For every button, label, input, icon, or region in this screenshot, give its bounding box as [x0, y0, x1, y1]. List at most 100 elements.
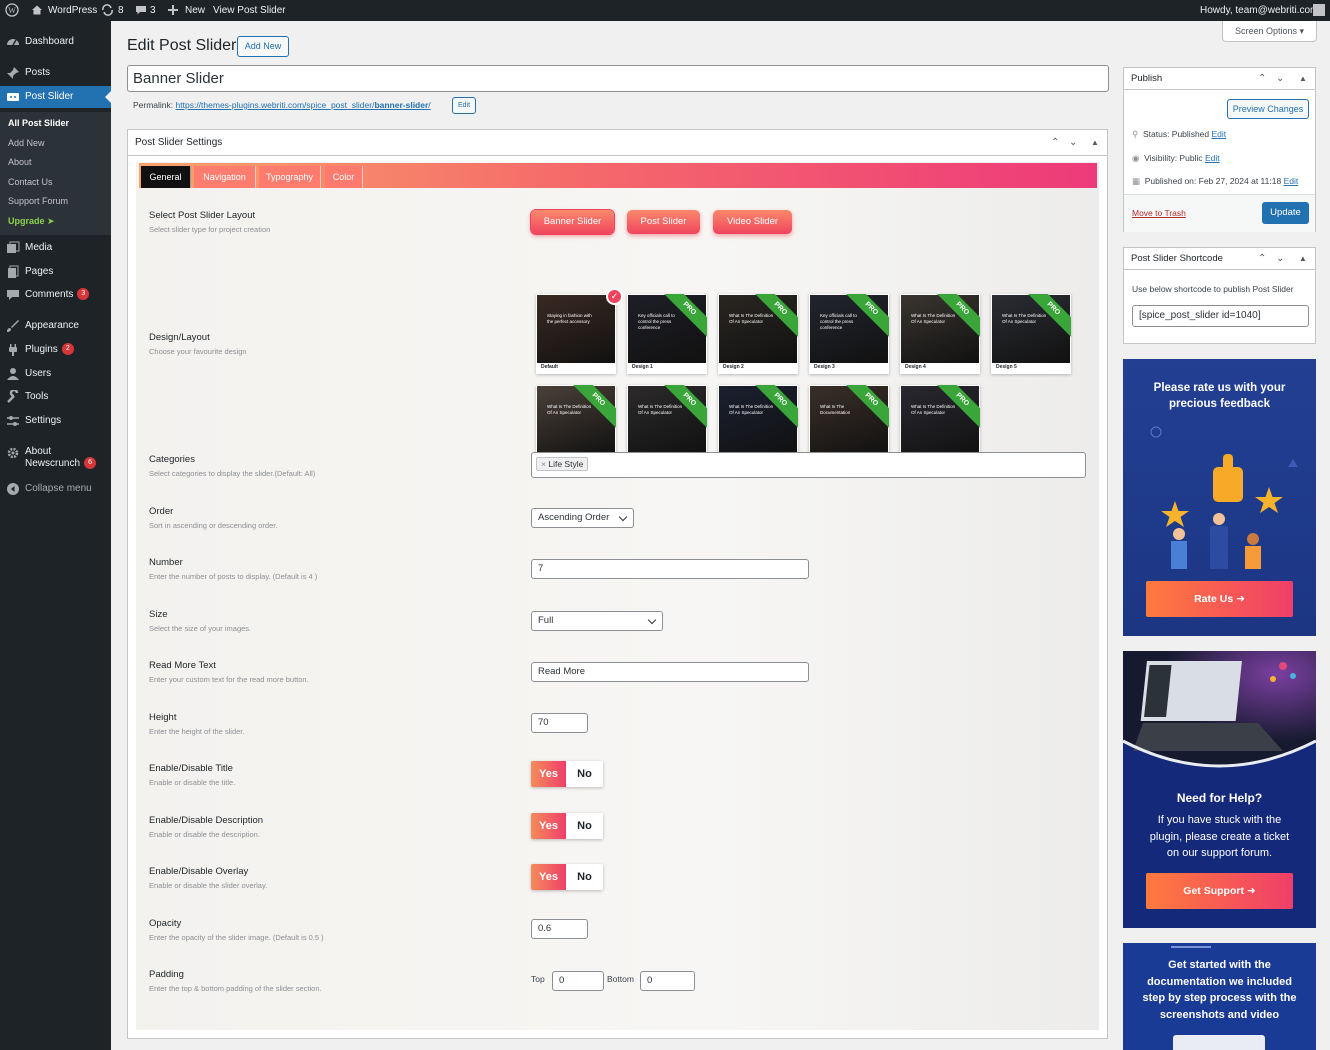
description-toggle[interactable]: Yes No: [531, 813, 603, 839]
menu-about-newscrunch[interactable]: About Newscrunch 6: [0, 442, 111, 472]
submenu-add-new[interactable]: Add New: [8, 138, 45, 148]
help-text-3: on our support forum.: [1166, 847, 1273, 859]
home-icon[interactable]: [31, 0, 43, 21]
design-thumbnail[interactable]: Key officials call to control the press …: [809, 294, 889, 374]
move-up-icon[interactable]: ⌃: [1258, 248, 1266, 270]
tab-color[interactable]: Color: [325, 166, 363, 188]
title-toggle-no[interactable]: No: [566, 761, 603, 787]
move-up-icon[interactable]: ⌃: [1051, 130, 1059, 156]
post-slider-submenu: All Post Slider Add New About Contact Us…: [0, 112, 111, 235]
new-menu[interactable]: New: [185, 0, 205, 21]
submenu-contact-us[interactable]: Contact Us: [8, 177, 53, 187]
menu-posts[interactable]: Posts: [0, 62, 111, 84]
remove-tag-icon[interactable]: ×: [541, 459, 546, 469]
post-slider-button[interactable]: Post Slider: [627, 210, 700, 234]
comments-icon[interactable]: [135, 0, 147, 21]
view-post-link[interactable]: View Post Slider: [213, 0, 286, 21]
desc-toggle-desc: Enable or disable the description.: [149, 830, 260, 839]
menu-media[interactable]: Media: [0, 237, 111, 259]
wordpress-logo-icon[interactable]: W: [5, 0, 19, 21]
category-tag[interactable]: × Life Style: [536, 457, 589, 471]
menu-dashboard[interactable]: Dashboard: [0, 31, 111, 53]
plus-icon[interactable]: [168, 0, 178, 21]
submenu-upgrade[interactable]: Upgrade ➤: [8, 216, 55, 227]
design-preview-title: What Is The Definition Of An Speculator: [729, 404, 774, 415]
post-title-input[interactable]: Banner Slider: [127, 65, 1109, 92]
move-down-icon[interactable]: ⌄: [1276, 68, 1284, 90]
padding-bottom-input[interactable]: 0: [640, 971, 695, 991]
menu-comments[interactable]: Comments 3: [0, 284, 111, 306]
submenu-support-forum[interactable]: Support Forum: [8, 196, 68, 206]
video-slider-button[interactable]: Video Slider: [713, 210, 792, 234]
decoration-line: [1171, 946, 1211, 948]
height-desc: Enter the height of the slider.: [149, 727, 245, 736]
order-select[interactable]: Ascending Order: [531, 508, 634, 528]
number-input[interactable]: 7: [531, 559, 809, 579]
categories-select[interactable]: × Life Style: [531, 452, 1086, 478]
design-thumbnail[interactable]: Key officials call to control the press …: [627, 294, 707, 374]
opacity-desc: Enter the opacity of the slider image. (…: [149, 933, 324, 942]
design-thumbnail[interactable]: What Is The Definition Of An Speculator D…: [991, 294, 1071, 374]
update-button[interactable]: Update: [1262, 202, 1309, 224]
doc-text-2: documentation we included: [1147, 976, 1292, 988]
padding-top-input[interactable]: 0: [552, 971, 604, 991]
avatar[interactable]: [1313, 4, 1325, 16]
readmore-input[interactable]: Read More: [531, 662, 809, 682]
menu-users[interactable]: Users: [0, 363, 111, 385]
get-support-button[interactable]: Get Support ➜: [1146, 873, 1293, 909]
opacity-input[interactable]: 0.6: [531, 919, 588, 939]
visibility-edit-link[interactable]: Edit: [1205, 153, 1220, 163]
menu-tools[interactable]: Tools: [0, 386, 111, 408]
collapse-icon: [7, 483, 19, 495]
title-toggle[interactable]: Yes No: [531, 761, 603, 787]
design-thumbnail[interactable]: What Is The Definition Of An Speculator D…: [900, 294, 980, 374]
banner-slider-button[interactable]: Banner Slider: [531, 210, 614, 234]
toggle-panel-icon[interactable]: ▲: [1091, 130, 1099, 156]
toggle-panel-icon[interactable]: ▲: [1299, 248, 1307, 270]
menu-pages[interactable]: Pages: [0, 261, 111, 283]
move-up-icon[interactable]: ⌃: [1258, 68, 1266, 90]
menu-plugins[interactable]: Plugins 2: [0, 339, 111, 361]
description-toggle-yes[interactable]: Yes: [531, 813, 566, 839]
tab-navigation[interactable]: Navigation: [194, 166, 256, 188]
status-edit-link[interactable]: Edit: [1212, 129, 1227, 139]
menu-label: Appearance: [25, 320, 79, 331]
preview-changes-button[interactable]: Preview Changes: [1227, 99, 1309, 119]
submenu-all-post-slider[interactable]: All Post Slider: [8, 118, 69, 128]
menu-appearance[interactable]: Appearance: [0, 315, 111, 337]
height-input[interactable]: 70: [531, 713, 588, 733]
move-down-icon[interactable]: ⌄: [1276, 248, 1284, 270]
design-thumbnail[interactable]: What Is The Definition Of An Speculator D…: [718, 294, 798, 374]
comments-count[interactable]: 3: [150, 0, 156, 21]
permalink-edit-button[interactable]: Edit: [452, 97, 476, 114]
collapse-menu[interactable]: Collapse menu: [0, 478, 111, 500]
menu-settings[interactable]: Settings: [0, 410, 111, 432]
move-down-icon[interactable]: ⌄: [1069, 130, 1077, 156]
design-preview-title: Key officials call to control the press …: [820, 313, 857, 330]
shortcode-input[interactable]: [spice_post_slider id=1040]: [1132, 305, 1309, 327]
updates-icon[interactable]: [101, 0, 114, 21]
screen-options-button[interactable]: Screen Options ▾: [1222, 21, 1317, 42]
overlay-toggle-yes[interactable]: Yes: [531, 864, 566, 890]
permalink-link[interactable]: https://themes-plugins.webriti.com/spice…: [176, 100, 431, 110]
overlay-toggle-no[interactable]: No: [566, 864, 603, 890]
menu-post-slider[interactable]: Post Slider: [0, 86, 111, 108]
published-edit-link[interactable]: Edit: [1284, 176, 1299, 186]
design-preview-image: Staying in fashion with the perfect acce…: [537, 295, 615, 363]
updates-count[interactable]: 8: [118, 0, 124, 21]
rate-us-button[interactable]: Rate Us ➜: [1146, 581, 1293, 617]
add-new-button[interactable]: Add New: [237, 36, 289, 57]
toggle-panel-icon[interactable]: ▲: [1299, 68, 1307, 90]
help-text-1: If you have stuck with the: [1157, 814, 1282, 826]
submenu-about[interactable]: About: [8, 157, 32, 167]
size-select[interactable]: Full: [531, 611, 663, 631]
overlay-toggle[interactable]: Yes No: [531, 864, 603, 890]
design-thumbnail[interactable]: Staying in fashion with the perfect acce…: [536, 294, 616, 374]
tab-typography[interactable]: Typography: [259, 166, 321, 188]
move-to-trash-link[interactable]: Move to Trash: [1132, 208, 1186, 218]
site-name-link[interactable]: WordPress: [48, 0, 97, 21]
title-toggle-yes[interactable]: Yes: [531, 761, 566, 787]
howdy-account[interactable]: Howdy, team@webriti.com: [1200, 0, 1318, 21]
tab-general[interactable]: General: [141, 166, 191, 188]
description-toggle-no[interactable]: No: [566, 813, 603, 839]
